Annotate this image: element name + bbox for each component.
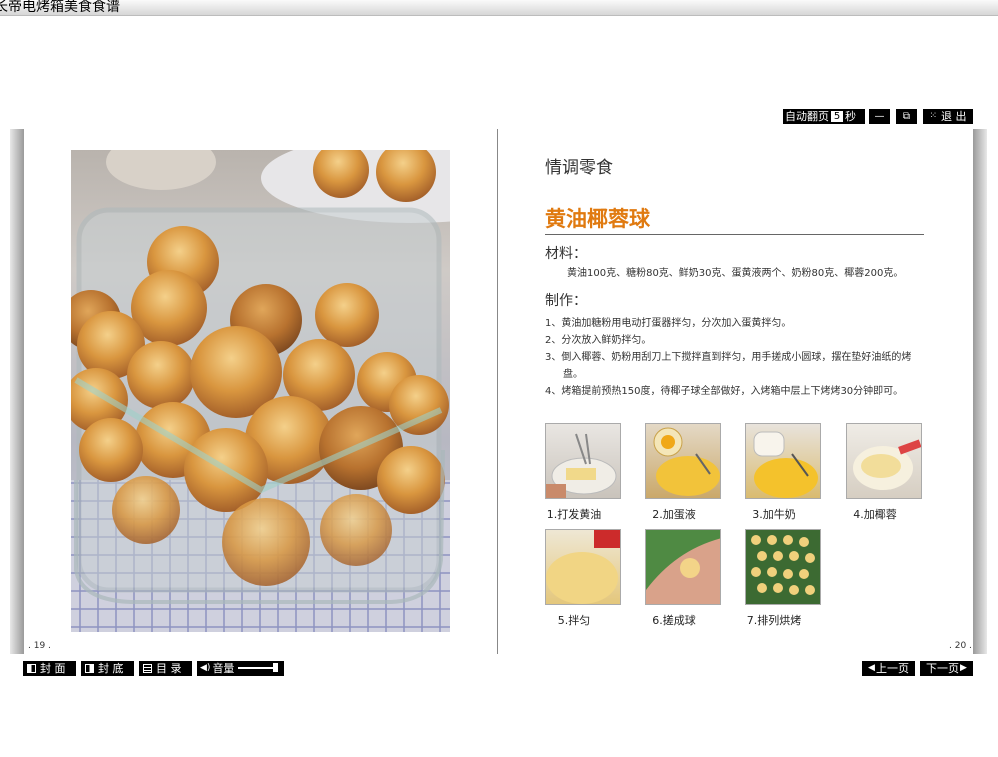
- prev-arrow-icon: ◀: [868, 662, 875, 673]
- next-page-button[interactable]: 下一页 ▶: [920, 660, 973, 676]
- coconut-balls-photo: [71, 150, 450, 632]
- autoflip-seconds-input[interactable]: 5: [830, 109, 844, 123]
- step-photo-beat-butter: [545, 423, 621, 499]
- minimize-button[interactable]: —: [869, 108, 890, 124]
- autoflip-control[interactable]: 自动翻页 5 秒: [783, 108, 865, 124]
- left-page-number: . 19 .: [28, 641, 51, 651]
- method-step: 2、分次放入鲜奶拌匀。: [545, 335, 652, 346]
- back-cover-icon: [85, 663, 94, 673]
- step-photo-arrange-bake: [745, 529, 821, 605]
- speaker-icon: ◀): [200, 662, 211, 673]
- step-caption: 1.打发黄油: [546, 508, 602, 521]
- exit-button[interactable]: ⁙ 退 出: [923, 108, 973, 124]
- step-caption: 3.加牛奶: [752, 508, 796, 521]
- volume-slider-handle[interactable]: [273, 663, 279, 672]
- right-page[interactable]: 情调零食 黄油椰蓉球 材料： 黄油100克、糖粉80克、鲜奶30克、蛋黄液两个、…: [498, 129, 973, 654]
- right-page-number: . 20 .: [949, 641, 972, 651]
- method-step: 1、黄油加糖粉用电动打蛋器拌匀，分次加入蛋黄拌匀。: [545, 318, 792, 329]
- title-divider: [545, 234, 924, 235]
- materials-heading: 材料：: [545, 246, 587, 262]
- contents-icon: [143, 663, 152, 673]
- step-photo-mix: [545, 529, 621, 605]
- volume-label: 音量: [212, 661, 235, 675]
- recipe-title: 黄油椰蓉球: [545, 207, 650, 231]
- window-title: 长帝电烤箱美食食谱: [0, 0, 120, 15]
- method-heading: 制作：: [545, 293, 587, 309]
- step-caption: 5.拌匀: [557, 614, 591, 627]
- restore-button[interactable]: ⧉: [896, 108, 917, 124]
- window-titlebar: 长帝电烤箱美食食谱: [0, 0, 998, 16]
- volume-slider[interactable]: [238, 663, 279, 672]
- step-photo-add-egg: [645, 423, 721, 499]
- step-photo-roll-balls: [645, 529, 721, 605]
- step-caption: 2.加蛋液: [652, 508, 696, 521]
- step-photo-add-milk: [745, 423, 821, 499]
- book-spread: . 19 . 情调零食 黄油椰蓉球 材料： 黄油100克、糖粉80克、鲜奶30克…: [10, 129, 987, 654]
- book-left-edge: [10, 129, 24, 654]
- method-step: 4、烤箱提前预热150度，待椰子球全部做好，入烤箱中层上下烤烤30分钟即可。: [545, 386, 904, 397]
- method-step: 3、倒入椰蓉、奶粉用刮刀上下搅拌直到拌匀，用手搓成小圆球，摆在垫好油纸的烤盘。: [545, 352, 912, 380]
- next-arrow-icon: ▶: [960, 662, 967, 673]
- book-right-edge: [973, 129, 987, 654]
- autoflip-seconds-unit: 秒: [845, 109, 856, 123]
- prev-page-button[interactable]: ◀ 上一页: [862, 660, 915, 676]
- method-steps: 1、黄油加糖粉用电动打蛋器拌匀，分次加入蛋黄拌匀。 2、分次放入鲜奶拌匀。 3、…: [545, 315, 930, 400]
- left-page[interactable]: . 19 .: [24, 129, 498, 654]
- volume-control[interactable]: ◀) 音量: [197, 660, 284, 676]
- exit-icon: ⁙: [929, 110, 938, 121]
- step-caption: 6.搓成球: [652, 614, 696, 627]
- contents-button[interactable]: 目 录: [139, 660, 192, 676]
- autoflip-label: 自动翻页: [785, 109, 829, 123]
- step-photo-add-coconut: [846, 423, 922, 499]
- materials-text: 黄油100克、糖粉80克、鲜奶30克、蛋黄液两个、奶粉80克、椰蓉200克。: [567, 268, 904, 279]
- step-caption: 7.排列烘烤: [746, 614, 802, 627]
- recipe-category: 情调零食: [545, 158, 613, 178]
- front-cover-button[interactable]: 封 面: [23, 660, 76, 676]
- front-cover-icon: [27, 663, 36, 673]
- back-cover-button[interactable]: 封 底: [81, 660, 134, 676]
- step-caption: 4.加椰蓉: [853, 508, 897, 521]
